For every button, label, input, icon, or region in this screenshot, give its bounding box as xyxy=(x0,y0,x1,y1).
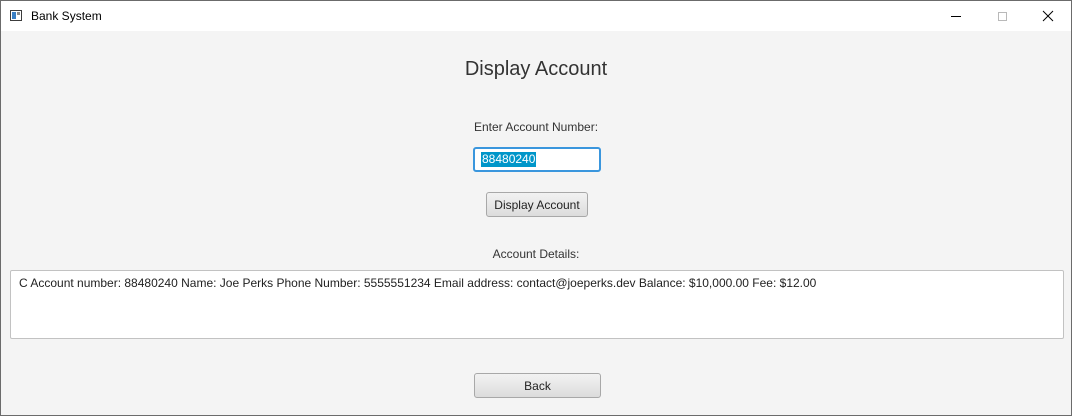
close-icon xyxy=(1042,10,1054,22)
app-window: Bank System Display Account Enter Accoun… xyxy=(0,0,1072,416)
window-title: Bank System xyxy=(31,9,102,23)
maximize-button[interactable] xyxy=(979,1,1025,31)
app-icon xyxy=(10,10,22,21)
back-button[interactable]: Back xyxy=(474,373,601,398)
account-details-textarea[interactable]: C Account number: 88480240 Name: Joe Per… xyxy=(10,270,1064,339)
account-number-label: Enter Account Number: xyxy=(473,120,599,134)
display-account-button[interactable]: Display Account xyxy=(486,192,588,217)
account-details-label: Account Details: xyxy=(492,247,580,261)
maximize-icon xyxy=(997,11,1007,21)
minimize-icon xyxy=(951,15,961,17)
page-title: Display Account xyxy=(464,58,608,80)
account-number-selected-text: 88480240 xyxy=(481,152,537,167)
close-button[interactable] xyxy=(1025,1,1071,31)
title-bar[interactable]: Bank System xyxy=(1,1,1071,31)
minimize-button[interactable] xyxy=(933,1,979,31)
account-number-input[interactable]: 88480240 xyxy=(473,147,601,172)
